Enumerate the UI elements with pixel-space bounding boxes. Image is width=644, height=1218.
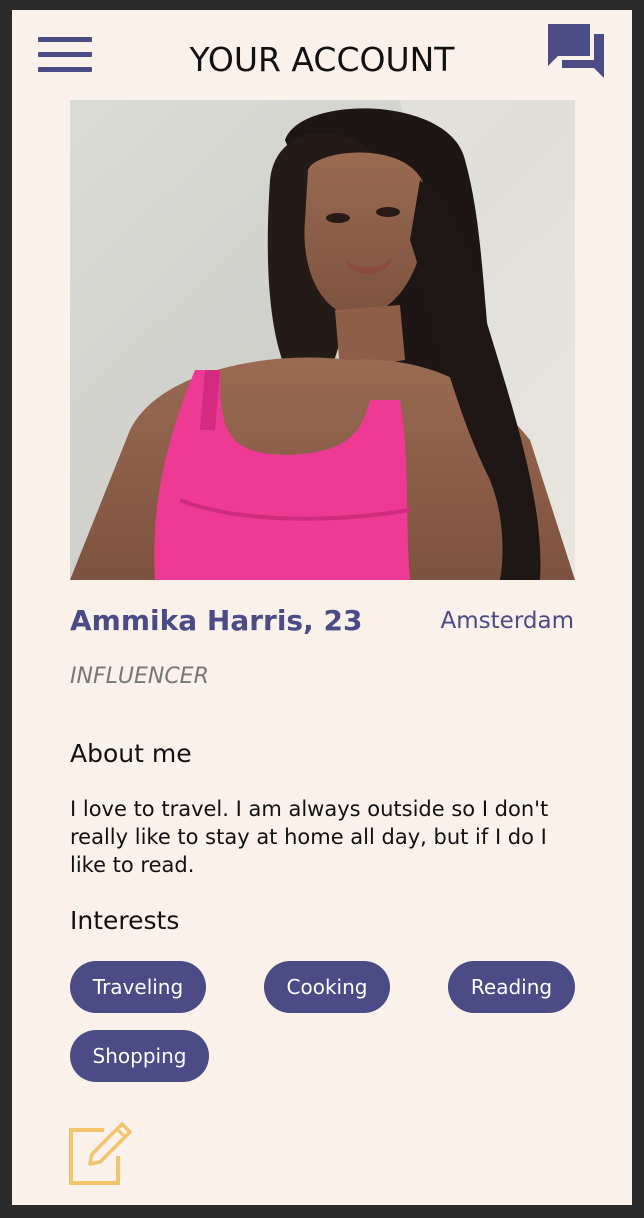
interest-chip[interactable]: Shopping <box>70 1030 209 1082</box>
page-title: YOUR ACCOUNT <box>189 40 455 79</box>
interest-chip[interactable]: Traveling <box>70 961 206 1013</box>
interests-heading: Interests <box>70 906 180 935</box>
app-screen: YOUR ACCOUNT Ammika Harris, 23 Amsterdam… <box>12 10 632 1205</box>
profile-photo <box>70 100 575 580</box>
chat-bubbles-icon <box>548 24 604 78</box>
profile-city: Amsterdam <box>440 608 574 634</box>
about-heading: About me <box>70 739 192 768</box>
about-text: I love to travel. I am always outside so… <box>70 797 549 877</box>
edit-profile-button[interactable] <box>68 1120 134 1186</box>
messages-button[interactable] <box>546 22 606 80</box>
interest-chip[interactable]: Reading <box>448 961 575 1013</box>
profile-name: Ammika Harris, 23 <box>70 604 363 637</box>
profile-occupation: INFLUENCER <box>70 664 209 689</box>
interest-chip[interactable]: Cooking <box>264 961 390 1013</box>
edit-pencil-icon <box>69 1122 132 1185</box>
